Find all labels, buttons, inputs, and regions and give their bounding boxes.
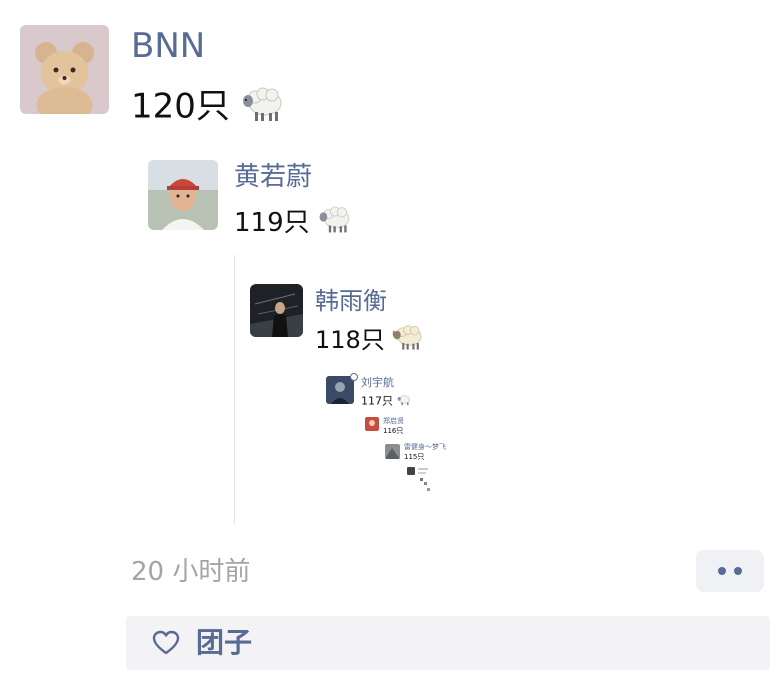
post-text: 120只	[131, 83, 285, 133]
heart-icon	[152, 630, 180, 656]
reply-author-name[interactable]: 刘宇航	[361, 376, 394, 390]
nested-reply-thumbnail	[418, 468, 434, 494]
author-name[interactable]: BNN	[131, 26, 205, 66]
post-count-text: 120只	[131, 86, 230, 127]
reply-avatar[interactable]	[407, 467, 415, 475]
reply-avatar[interactable]	[385, 444, 400, 459]
sheep-icon	[241, 83, 285, 133]
sheep-icon	[397, 393, 411, 410]
more-dots-icon	[718, 567, 726, 575]
reply-author-name[interactable]: 雷健身～梦飞	[404, 443, 446, 452]
author-avatar[interactable]	[20, 25, 109, 114]
reply-avatar[interactable]	[250, 284, 303, 337]
reply-author-name[interactable]: 韩雨衡	[315, 285, 387, 317]
more-button[interactable]	[696, 550, 764, 592]
reply-avatar[interactable]	[148, 160, 218, 230]
reply-avatar[interactable]	[326, 376, 354, 404]
reply-count-text: 116只	[383, 427, 404, 435]
more-dots-icon	[734, 567, 742, 575]
reply-text: 118只	[315, 322, 424, 360]
sheep-icon	[318, 203, 352, 244]
reply-text: 119只	[234, 203, 352, 244]
reply-count-text: 118只	[315, 326, 385, 354]
thread-divider	[234, 255, 235, 525]
reply-author-name[interactable]: 黄若蔚	[234, 160, 312, 194]
likes-bar[interactable]: 团子	[126, 616, 770, 670]
reply-avatar[interactable]	[365, 417, 379, 431]
sheep-icon	[392, 322, 424, 360]
post-timestamp: 20 小时前	[131, 557, 251, 587]
reply-count-text: 115只	[404, 453, 425, 461]
reply-count-text: 117只	[361, 394, 393, 408]
reply-text: 115只	[404, 453, 424, 462]
reply-author-name[interactable]: 郑启贤	[383, 417, 404, 426]
reply-count-text: 119只	[234, 208, 310, 238]
likes-names[interactable]: 团子	[196, 626, 252, 660]
badge-icon	[350, 373, 358, 381]
reply-text: 117只	[361, 393, 411, 410]
reply-text: 116只	[383, 427, 403, 436]
